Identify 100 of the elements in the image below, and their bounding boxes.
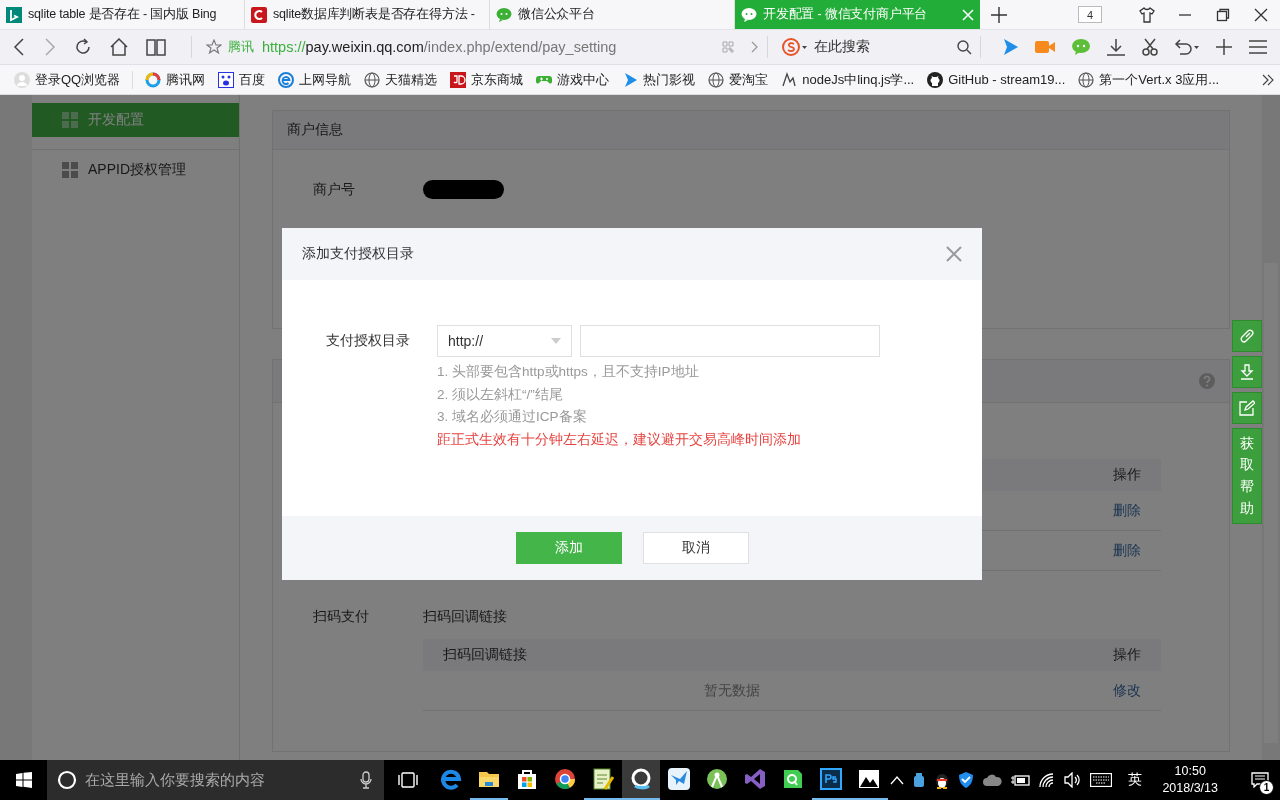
shirt-icon[interactable] [1139, 6, 1155, 23]
hint-text: 1. 头部要包含http或https，且不支持IP地址 [437, 363, 700, 381]
undo-icon[interactable] [1174, 38, 1200, 56]
taskbar-app[interactable] [622, 760, 660, 800]
star-icon[interactable] [206, 39, 222, 55]
shopping-bag-icon [515, 767, 539, 791]
edit-icon [1239, 400, 1255, 416]
double-chevron-icon[interactable] [1262, 73, 1274, 86]
windows-icon[interactable] [15, 772, 32, 788]
search-bar[interactable]: 在这里输入你要搜索的内容 [47, 760, 384, 800]
field-label: 商户号 [313, 180, 356, 199]
reload-icon[interactable] [74, 38, 92, 56]
chrome-icon [553, 767, 577, 791]
url-text[interactable]: https://pay.weixin.qq.com/index.php/extend/pay_setting [262, 39, 722, 55]
shield-icon[interactable] [958, 771, 975, 789]
pen-nib-icon [781, 71, 798, 88]
clock-date[interactable]: 2018/3/13 [1162, 780, 1218, 797]
column-header: 操作 [1041, 459, 1161, 491]
paw-icon [218, 71, 235, 88]
sidebar-item[interactable]: APPID授权管理 [32, 149, 239, 190]
play-icon[interactable] [1001, 38, 1019, 56]
field-label: 支付授权目录 [326, 332, 411, 350]
q-logo-icon [629, 767, 653, 791]
input-language[interactable]: 英 [1128, 771, 1143, 789]
section-caption: 扫码回调链接 [423, 608, 507, 626]
site-label: 腾讯 [228, 38, 254, 56]
search-field[interactable]: 在这里输入你要搜索的内容 [83, 771, 354, 789]
home-icon[interactable] [109, 38, 129, 56]
ring-logo-icon [145, 71, 162, 88]
bookmark-link[interactable]: nodeJs中linq.js学... [781, 70, 915, 89]
empty-message: 暂无数据 [423, 671, 1041, 711]
download-icon [1239, 364, 1255, 380]
dialog-title: 添加支付授权目录 [302, 245, 414, 263]
ribbon-logo-icon [743, 767, 767, 791]
url-field[interactable] [580, 325, 880, 357]
chevron-up-icon[interactable] [890, 775, 905, 785]
protocol-select[interactable]: http:// [437, 325, 572, 357]
cloud-icon[interactable] [982, 773, 1003, 787]
e-logo-icon [278, 71, 295, 88]
chat-bubble-icon [741, 6, 757, 23]
close-icon[interactable] [1253, 6, 1269, 23]
grid-icon [62, 112, 78, 128]
bookmark-link[interactable]: GitHub - stream19... [927, 71, 1066, 88]
bookmark-link[interactable]: 上网导航 [278, 70, 352, 89]
browser-tab[interactable]: sqlite数据库判断表是否存在得方法 - [245, 0, 490, 29]
bookmark-link[interactable]: 第一个Vert.x 3应用... [1078, 70, 1220, 89]
penguin-icon[interactable] [934, 771, 951, 789]
cancel-button[interactable]: 取消 [642, 532, 749, 564]
chat-bubble-icon [496, 6, 512, 23]
search-field[interactable]: 在此搜索 [814, 38, 950, 56]
robot-icon [705, 767, 729, 791]
bookmark-link[interactable]: 游戏中心 [536, 70, 610, 89]
plus-icon[interactable] [1215, 38, 1233, 56]
column-header: 扫码回调链接 [423, 639, 1041, 671]
cat-logo-icon [927, 71, 944, 88]
section-label: 扫码支付 [313, 608, 370, 626]
menu-icon[interactable] [1248, 39, 1268, 55]
bookmark-link[interactable]: 爱淘宝 [708, 70, 769, 89]
scissors-icon[interactable] [1141, 38, 1159, 56]
bookmark-link[interactable]: 腾讯网 [145, 70, 206, 89]
bookmark-link[interactable]: 热门影视 [622, 70, 696, 89]
browser-tab[interactable]: sqlite table 是否存在 - 国内版 Bing [0, 0, 245, 29]
edit-button[interactable] [1232, 392, 1262, 424]
avatar-icon [14, 71, 30, 88]
bookmark-link[interactable]: 天猫精选 [364, 70, 438, 89]
caret-icon [551, 338, 561, 344]
bookmark-link[interactable]: 登录QQ浏览器 [14, 70, 134, 89]
column-header: 操作 [1041, 639, 1161, 671]
play-icon [622, 71, 639, 88]
search-engine-icon[interactable] [782, 38, 808, 56]
globe-icon [708, 71, 725, 88]
link-button[interactable] [1232, 320, 1262, 352]
bookmark-link[interactable]: 京东商城 [450, 70, 524, 89]
usb-drive-icon[interactable] [912, 772, 927, 788]
keyboard-icon[interactable] [1090, 773, 1113, 787]
download-icon[interactable] [1106, 38, 1126, 56]
hint-text: 3. 域名必须通过ICP备案 [437, 408, 588, 426]
search-icon[interactable] [956, 39, 972, 55]
e-logo-icon [439, 767, 463, 791]
globe-icon [1078, 71, 1095, 88]
q-badge-icon [781, 767, 805, 791]
globe-icon [364, 71, 381, 88]
grid-icon [62, 162, 78, 178]
square-badge-icon [819, 767, 843, 791]
download-button[interactable] [1232, 356, 1262, 388]
battery-icon[interactable] [1010, 773, 1031, 787]
bookmark-link[interactable]: 百度 [218, 70, 266, 89]
warning-text: 距正式生效有十分钟左右延迟，建议避开交易高峰时间添加 [437, 430, 802, 449]
hint-text: 2. 须以左斜杠“/”结尾 [437, 385, 564, 404]
panel-title: 商户信息 [287, 121, 343, 139]
task-view-icon[interactable] [398, 772, 418, 788]
plus-icon[interactable] [991, 6, 1007, 23]
back-icon[interactable] [12, 38, 26, 56]
speaker-icon[interactable] [1064, 772, 1083, 788]
mountain-picture-icon [857, 767, 881, 791]
maximize-icon[interactable] [1215, 6, 1231, 23]
clock-time[interactable]: 10:50 [1174, 763, 1206, 780]
notepad-icon [591, 767, 615, 791]
tab-count[interactable]: 4 [1078, 6, 1102, 23]
book-icon[interactable] [146, 38, 166, 56]
